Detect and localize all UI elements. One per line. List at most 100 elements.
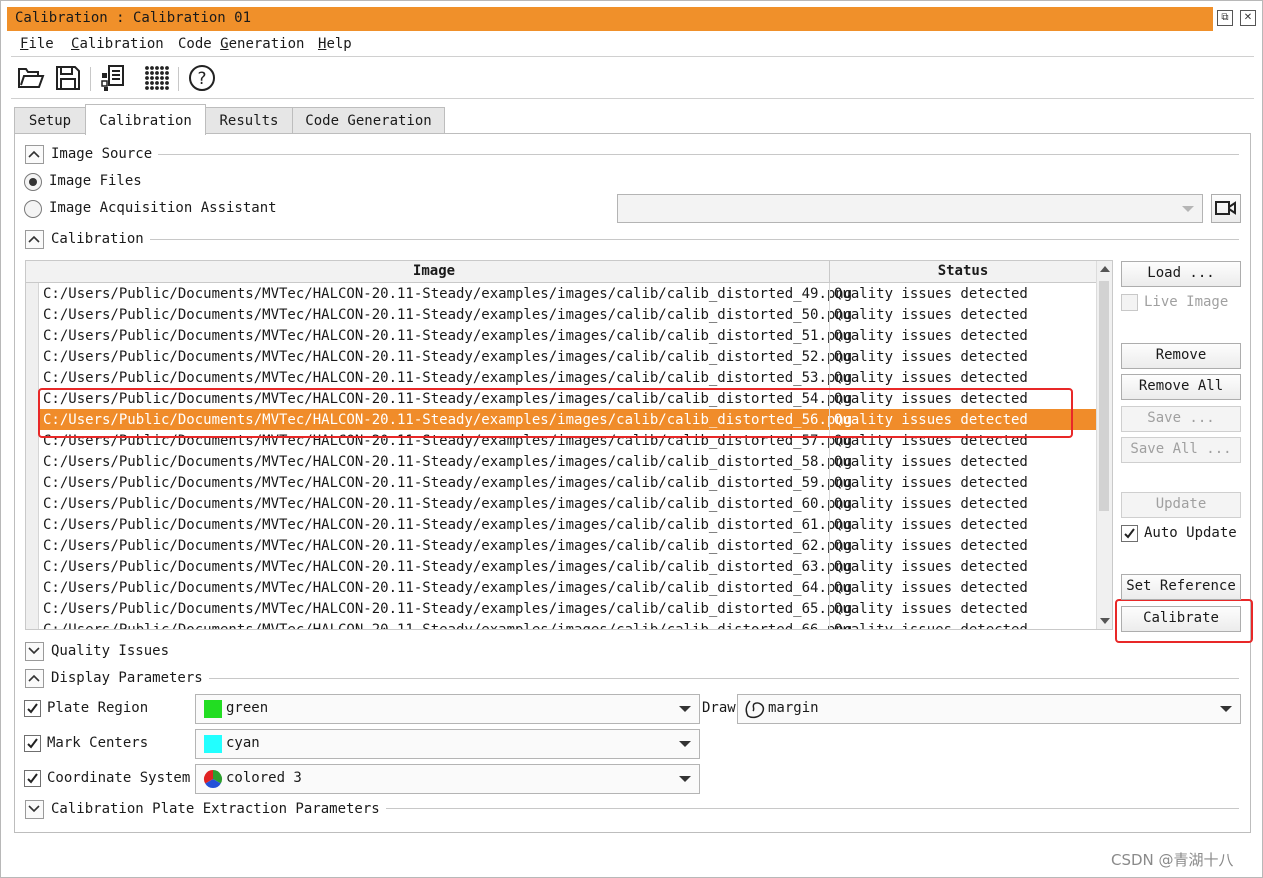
- image-path-cell: C:/Users/Public/Documents/MVTec/HALCON-2…: [43, 454, 853, 470]
- draw-mode-combo[interactable]: margin: [737, 694, 1241, 724]
- row-header[interactable]: [26, 325, 39, 346]
- restore-icon[interactable]: ⧉: [1217, 10, 1233, 26]
- coordinate-system-checkbox[interactable]: [24, 770, 41, 787]
- column-header-status[interactable]: Status: [830, 263, 1096, 279]
- live-image-label: Live Image: [1144, 294, 1229, 310]
- table-row[interactable]: C:/Users/Public/Documents/MVTec/HALCON-2…: [26, 304, 1096, 326]
- column-divider: [829, 325, 830, 346]
- acquisition-device-combo[interactable]: [617, 194, 1203, 223]
- save-all-button[interactable]: Save All ...: [1121, 437, 1241, 463]
- menu-file[interactable]: File: [20, 36, 54, 52]
- three-color-pie-icon: [203, 770, 223, 789]
- scroll-down-arrow-icon[interactable]: [1100, 618, 1110, 624]
- plate-dot: [150, 86, 154, 90]
- mark-centers-color-combo[interactable]: cyan: [195, 729, 700, 759]
- section-rule: [201, 678, 1239, 679]
- row-header[interactable]: [26, 367, 39, 388]
- plate-dot: [155, 86, 159, 90]
- row-header[interactable]: [26, 283, 39, 304]
- table-row[interactable]: C:/Users/Public/Documents/MVTec/HALCON-2…: [26, 493, 1096, 515]
- row-header[interactable]: [26, 514, 39, 535]
- help-icon[interactable]: ?: [188, 64, 216, 92]
- plate-region-checkbox[interactable]: [24, 700, 41, 717]
- tab-calibration[interactable]: Calibration: [85, 104, 206, 135]
- row-header[interactable]: [26, 535, 39, 556]
- table-row[interactable]: C:/Users/Public/Documents/MVTec/HALCON-2…: [26, 283, 1096, 305]
- column-divider: [829, 367, 830, 388]
- table-row[interactable]: C:/Users/Public/Documents/MVTec/HALCON-2…: [26, 556, 1096, 578]
- table-vertical-scrollbar[interactable]: [1096, 261, 1112, 629]
- generate-code-icon[interactable]: [100, 64, 128, 92]
- row-header[interactable]: [26, 346, 39, 367]
- table-row[interactable]: C:/Users/Public/Documents/MVTec/HALCON-2…: [26, 367, 1096, 389]
- set-reference-button[interactable]: Set Reference: [1121, 574, 1241, 600]
- tab-results[interactable]: Results: [205, 107, 293, 134]
- dropdown-arrow-icon: [679, 706, 691, 712]
- plate-region-label: Plate Region: [47, 700, 149, 716]
- auto-update-checkbox[interactable]: [1121, 525, 1138, 542]
- image-source-collapse-button[interactable]: [25, 145, 44, 164]
- load-button[interactable]: Load ...: [1121, 261, 1241, 287]
- image-files-radio[interactable]: [24, 173, 42, 191]
- save-icon[interactable]: [54, 64, 82, 92]
- menu-calibration[interactable]: Calibration: [71, 36, 164, 52]
- save-button[interactable]: Save ...: [1121, 406, 1241, 432]
- close-icon[interactable]: ✕: [1240, 10, 1256, 26]
- menu-help[interactable]: Help: [318, 36, 352, 52]
- row-header[interactable]: [26, 556, 39, 577]
- mark-centers-color-value: cyan: [226, 735, 260, 751]
- remove-all-button[interactable]: Remove All: [1121, 374, 1241, 400]
- quality-issues-expand-button[interactable]: [25, 642, 44, 661]
- image-acquisition-assistant-radio[interactable]: [24, 200, 42, 218]
- row-header[interactable]: [26, 598, 39, 619]
- calibrate-button[interactable]: Calibrate: [1121, 606, 1241, 632]
- row-header[interactable]: [26, 451, 39, 472]
- scroll-up-arrow-icon[interactable]: [1100, 266, 1110, 272]
- calibration-plate-icon[interactable]: [143, 64, 171, 92]
- plate-region-color-combo[interactable]: green: [195, 694, 700, 724]
- table-row[interactable]: C:/Users/Public/Documents/MVTec/HALCON-2…: [26, 472, 1096, 494]
- row-header[interactable]: [26, 304, 39, 325]
- remove-button[interactable]: Remove: [1121, 343, 1241, 369]
- table-row[interactable]: C:/Users/Public/Documents/MVTec/HALCON-2…: [26, 325, 1096, 347]
- table-row[interactable]: C:/Users/Public/Documents/MVTec/HALCON-2…: [26, 451, 1096, 473]
- coordinate-system-color-combo[interactable]: colored 3: [195, 764, 700, 794]
- menu-code-generation[interactable]: Code Generation: [178, 36, 304, 52]
- plate-dot: [165, 76, 169, 80]
- table-row[interactable]: C:/Users/Public/Documents/MVTec/HALCON-2…: [26, 598, 1096, 620]
- table-row[interactable]: C:/Users/Public/Documents/MVTec/HALCON-2…: [26, 514, 1096, 536]
- column-header-image[interactable]: Image: [39, 263, 829, 279]
- image-path-cell: C:/Users/Public/Documents/MVTec/HALCON-2…: [43, 328, 853, 344]
- mark-centers-checkbox[interactable]: [24, 735, 41, 752]
- column-divider: [829, 346, 830, 367]
- table-row[interactable]: C:/Users/Public/Documents/MVTec/HALCON-2…: [26, 346, 1096, 368]
- section-rule: [373, 808, 1239, 809]
- table-row[interactable]: C:/Users/Public/Documents/MVTec/HALCON-2…: [26, 577, 1096, 599]
- row-header[interactable]: [26, 577, 39, 598]
- open-folder-icon[interactable]: [17, 64, 45, 92]
- tab-code-generation[interactable]: Code Generation: [292, 107, 445, 134]
- column-divider: [829, 535, 830, 556]
- calibration-collapse-button[interactable]: [25, 230, 44, 249]
- row-header[interactable]: [26, 619, 39, 629]
- chevron-down-icon: [28, 647, 40, 655]
- table-row[interactable]: C:/Users/Public/Documents/MVTec/HALCON-2…: [26, 619, 1096, 630]
- tab-setup[interactable]: Setup: [14, 107, 86, 134]
- table-row[interactable]: C:/Users/Public/Documents/MVTec/HALCON-2…: [26, 535, 1096, 557]
- chevron-down-icon: [28, 805, 40, 813]
- column-divider: [829, 304, 830, 325]
- live-image-checkbox[interactable]: [1121, 294, 1138, 311]
- plate-dot: [145, 66, 149, 70]
- extraction-parameters-expand-button[interactable]: [25, 800, 44, 819]
- dropdown-arrow-icon: [1220, 706, 1232, 712]
- camera-button[interactable]: [1211, 194, 1241, 223]
- plate-dot: [155, 81, 159, 85]
- scrollbar-thumb[interactable]: [1099, 281, 1109, 511]
- row-header[interactable]: [26, 493, 39, 514]
- row-header[interactable]: [26, 472, 39, 493]
- help-glyph: ?: [197, 69, 206, 89]
- update-button[interactable]: Update: [1121, 492, 1241, 518]
- image-path-cell: C:/Users/Public/Documents/MVTec/HALCON-2…: [43, 622, 853, 630]
- display-parameters-collapse-button[interactable]: [25, 669, 44, 688]
- calibration-images-table[interactable]: Image Status C:/Users/Public/Documents/M…: [25, 260, 1113, 630]
